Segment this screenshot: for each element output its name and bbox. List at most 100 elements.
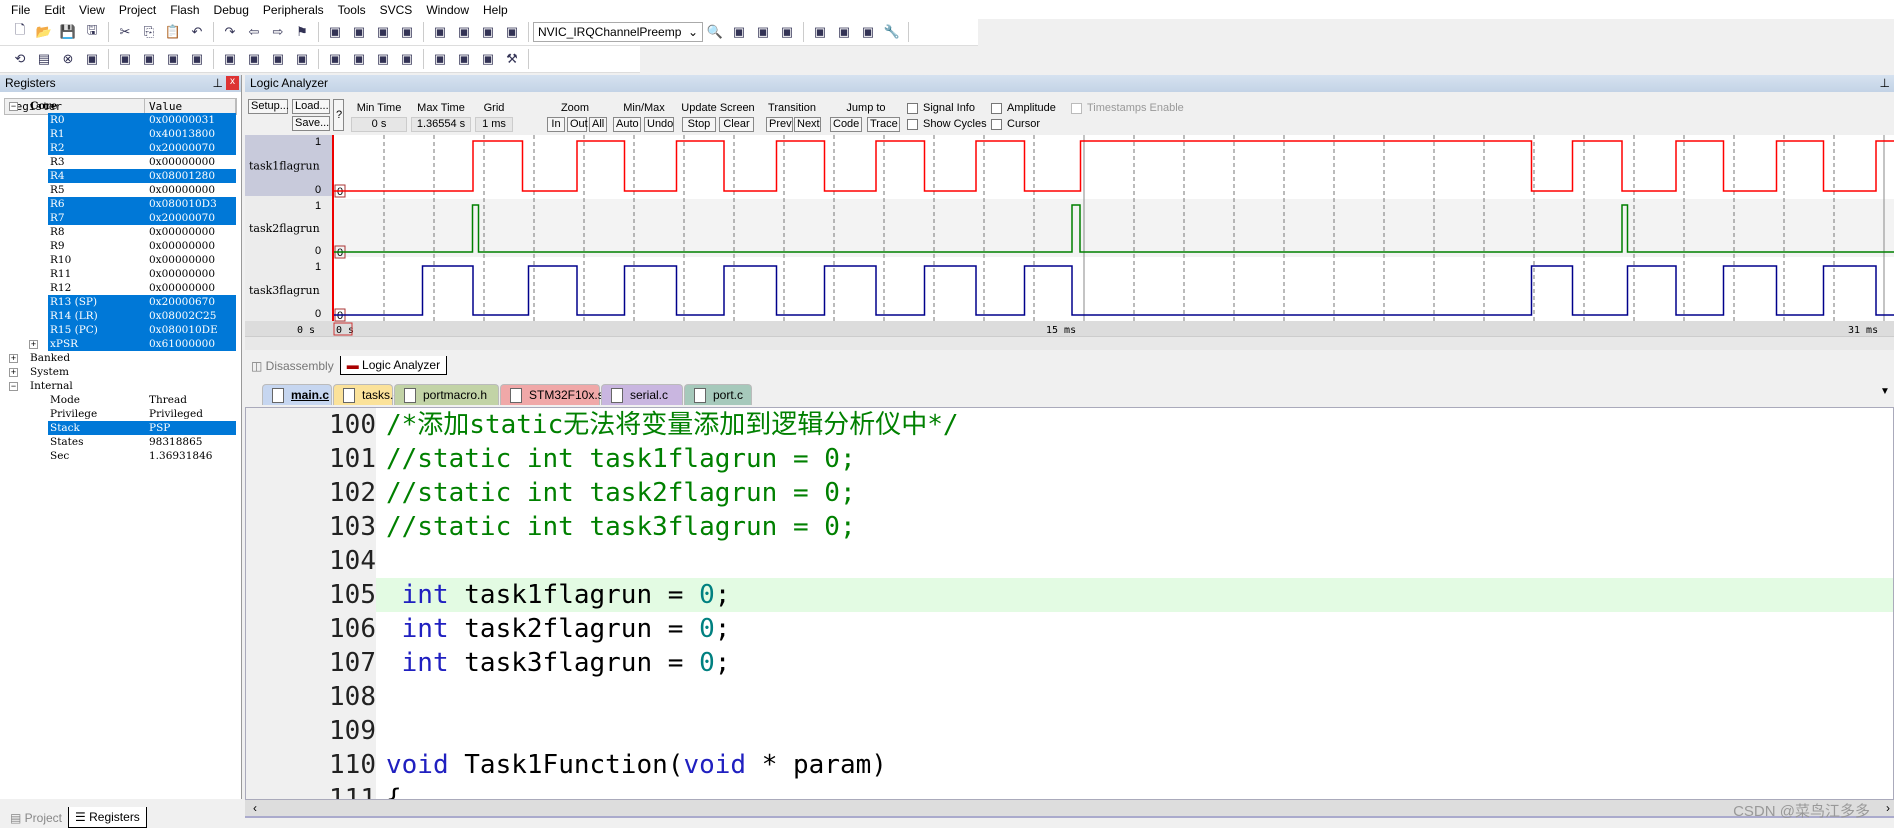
- timestamps-enable-checkbox[interactable]: Timestamps Enable: [1071, 102, 1184, 114]
- show-next-statement-icon[interactable]: ▣: [186, 48, 208, 70]
- editor-horizontal-scrollbar[interactable]: ‹ › CSDN @菜鸟江多多: [245, 800, 1894, 820]
- breakpoint-kill-icon[interactable]: ▣: [833, 21, 855, 43]
- reset-icon[interactable]: ⟲: [9, 48, 31, 70]
- register-row[interactable]: R3 0x00000000: [48, 155, 236, 169]
- register-value[interactable]: Thread: [149, 393, 187, 407]
- step-into-icon[interactable]: ▣: [81, 48, 103, 70]
- auto-button[interactable]: Auto: [613, 117, 641, 132]
- register-row[interactable]: R14 (LR) 0x08002C25: [48, 309, 236, 323]
- register-value[interactable]: 0x00000000: [149, 239, 215, 253]
- open-file-icon[interactable]: 📂: [33, 21, 55, 43]
- register-value[interactable]: 0x08002C25: [149, 309, 216, 323]
- register-value[interactable]: 0x080010DE: [149, 323, 218, 337]
- register-row[interactable]: xPSR 0x61000000: [48, 337, 236, 351]
- jump-code-button[interactable]: Code: [830, 117, 862, 132]
- menu-svcs[interactable]: SVCS: [373, 3, 420, 17]
- find-in-files-icon[interactable]: ▣: [501, 21, 523, 43]
- register-row[interactable]: R6 0x080010D3: [48, 197, 236, 211]
- file-tab-stm32f10x-s[interactable]: STM32F10x.s: [500, 384, 604, 405]
- register-value[interactable]: 98318865: [149, 435, 202, 449]
- cut-icon[interactable]: ✂: [114, 21, 136, 43]
- run-to-cursor-icon[interactable]: ▣: [162, 48, 184, 70]
- register-row[interactable]: R0 0x00000031: [48, 113, 236, 127]
- tab-logic-analyzer[interactable]: ▬ Logic Analyzer: [339, 356, 448, 375]
- code-line[interactable]: int task3flagrun = 0;: [386, 646, 1893, 680]
- zoom-out-button[interactable]: Out: [567, 117, 588, 132]
- register-row[interactable]: R7 0x20000070: [48, 211, 236, 225]
- breakpoint-insert-icon[interactable]: ▣: [752, 21, 774, 43]
- file-tab-main-c[interactable]: main.c: [262, 384, 332, 405]
- register-group-system[interactable]: System: [30, 365, 69, 379]
- pin-icon[interactable]: ⊥: [213, 76, 223, 90]
- tab-project[interactable]: ▤ Project: [4, 808, 68, 828]
- comment-icon[interactable]: ▣: [453, 21, 475, 43]
- help-button[interactable]: ?: [333, 99, 344, 131]
- nav-forward-icon[interactable]: ⇨: [267, 21, 289, 43]
- register-row[interactable]: R10 0x00000000: [48, 253, 236, 267]
- register-row[interactable]: R9 0x00000000: [48, 239, 236, 253]
- window-layout-icon[interactable]: ▣: [857, 21, 879, 43]
- load-button[interactable]: Load...: [292, 99, 330, 114]
- expand-icon[interactable]: +: [29, 340, 38, 349]
- next-bookmark-icon[interactable]: ▣: [348, 21, 370, 43]
- register-value[interactable]: 0x00000000: [149, 281, 215, 295]
- register-row[interactable]: R13 (SP) 0x20000670: [48, 295, 236, 309]
- find-combo[interactable]: NVIC_IRQChannelPreemp ⌄: [533, 22, 703, 42]
- register-value[interactable]: 0x40013800: [149, 127, 215, 141]
- setup-button[interactable]: Setup...: [248, 99, 289, 114]
- scroll-right-icon[interactable]: ›: [1886, 801, 1890, 815]
- analysis-window-icon[interactable]: ▣: [429, 48, 451, 70]
- register-value[interactable]: 0x61000000: [149, 337, 215, 351]
- save-all-icon[interactable]: 🖫: [81, 21, 103, 43]
- save-icon[interactable]: 💾: [57, 21, 79, 43]
- next-button[interactable]: Next: [794, 117, 821, 132]
- breakpoint-disable-icon[interactable]: ▣: [809, 21, 831, 43]
- debug-session-icon[interactable]: ▣: [728, 21, 750, 43]
- close-icon[interactable]: x: [226, 76, 239, 90]
- register-value[interactable]: 0x00000000: [149, 267, 215, 281]
- menu-help[interactable]: Help: [476, 3, 515, 17]
- call-stack-window-icon[interactable]: ▣: [324, 48, 346, 70]
- register-value[interactable]: 0x00000000: [149, 155, 215, 169]
- menu-project[interactable]: Project: [112, 3, 163, 17]
- toolbox-icon[interactable]: ⚒: [501, 48, 523, 70]
- register-value[interactable]: 0x08001280: [149, 169, 215, 183]
- register-value[interactable]: 0x00000000: [149, 183, 215, 197]
- register-value[interactable]: 0x20000670: [149, 295, 215, 309]
- register-group-internal[interactable]: Internal: [30, 379, 73, 393]
- breakpoint-enable-icon[interactable]: ▣: [776, 21, 798, 43]
- register-row[interactable]: R1 0x40013800: [48, 127, 236, 141]
- register-row[interactable]: Mode Thread: [48, 393, 236, 407]
- column-value[interactable]: Value: [145, 99, 236, 114]
- register-value[interactable]: PSP: [149, 421, 170, 435]
- code-line[interactable]: //static int task3flagrun = 0;: [386, 510, 1893, 544]
- menu-debug[interactable]: Debug: [207, 3, 256, 17]
- pin-icon[interactable]: ⊥: [1880, 76, 1890, 90]
- register-row[interactable]: Sec 1.36931846: [48, 449, 236, 463]
- clear-button[interactable]: Clear: [719, 117, 754, 132]
- signal-info-checkbox[interactable]: Signal Info: [907, 102, 975, 114]
- code-line[interactable]: //static int task2flagrun = 0;: [386, 476, 1893, 510]
- menu-peripherals[interactable]: Peripherals: [256, 3, 331, 17]
- menu-window[interactable]: Window: [419, 3, 476, 17]
- collapse-icon[interactable]: −: [9, 102, 18, 111]
- register-value[interactable]: 1.36931846: [149, 449, 212, 463]
- waveform-display[interactable]: task1flagrun 1 0 0 task2flagrun 1 0 0 task3flagr…: [245, 135, 1894, 350]
- unindent-icon[interactable]: ▣: [429, 21, 451, 43]
- register-row[interactable]: R15 (PC) 0x080010DE: [48, 323, 236, 337]
- waveform-scrollbar[interactable]: [245, 336, 1894, 350]
- code-editor[interactable]: 100 /*添加static无法将变量添加到逻辑分析仪中*/ 101 //static…: [245, 407, 1894, 800]
- register-value[interactable]: Privileged: [149, 407, 203, 421]
- register-row[interactable]: Privilege Privileged: [48, 407, 236, 421]
- register-row[interactable]: R8 0x00000000: [48, 225, 236, 239]
- zoom-in-button[interactable]: In: [547, 117, 565, 132]
- code-line[interactable]: /*添加static无法将变量添加到逻辑分析仪中*/: [386, 408, 1893, 442]
- find-icon[interactable]: 🔍: [704, 21, 726, 43]
- menu-edit[interactable]: Edit: [37, 3, 72, 17]
- bookmark-icon[interactable]: ⚑: [291, 21, 313, 43]
- code-line[interactable]: int task1flagrun = 0;: [386, 578, 1893, 612]
- code-line[interactable]: int task2flagrun = 0;: [386, 612, 1893, 646]
- register-value[interactable]: 0x00000000: [149, 253, 215, 267]
- scroll-left-icon[interactable]: ‹: [253, 801, 257, 815]
- step-out-icon[interactable]: ▣: [138, 48, 160, 70]
